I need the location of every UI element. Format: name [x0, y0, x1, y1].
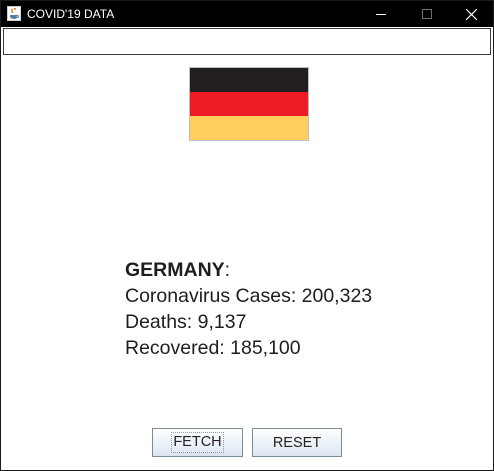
fetch-button[interactable]: FETCH	[152, 428, 243, 457]
close-icon	[465, 8, 477, 20]
flag-stripe-gold	[190, 116, 308, 140]
minimize-icon	[376, 14, 386, 15]
recovered-label: Recovered: 185,100	[125, 337, 301, 359]
minimize-button[interactable]	[358, 1, 404, 27]
title-bar[interactable]: COVID'19 DATA	[1, 1, 493, 27]
reset-button-label: RESET	[272, 434, 322, 451]
reset-button[interactable]: RESET	[252, 428, 342, 457]
flag-stripe-black	[190, 68, 308, 92]
country-heading: GERMANY:	[125, 257, 372, 283]
covid-stats: GERMANY: Coronavirus Cases: 200,323 Deat…	[125, 257, 372, 361]
country-name: GERMANY	[125, 259, 225, 281]
cases-label: Coronavirus Cases: 200,323	[125, 285, 373, 307]
flag-stripe-red	[190, 92, 308, 116]
deaths-label: Deaths: 9,137	[125, 311, 247, 333]
maximize-icon	[422, 9, 432, 19]
country-suffix: :	[224, 259, 231, 281]
java-cup-icon	[7, 6, 21, 21]
country-input[interactable]	[3, 28, 491, 55]
window-title: COVID'19 DATA	[27, 7, 115, 21]
maximize-button[interactable]	[404, 1, 450, 27]
country-flag	[189, 67, 309, 141]
close-button[interactable]	[448, 1, 494, 27]
fetch-button-label: FETCH	[171, 432, 224, 453]
app-window: COVID'19 DATA GERMANY: Coronavirus Cases…	[0, 0, 494, 471]
